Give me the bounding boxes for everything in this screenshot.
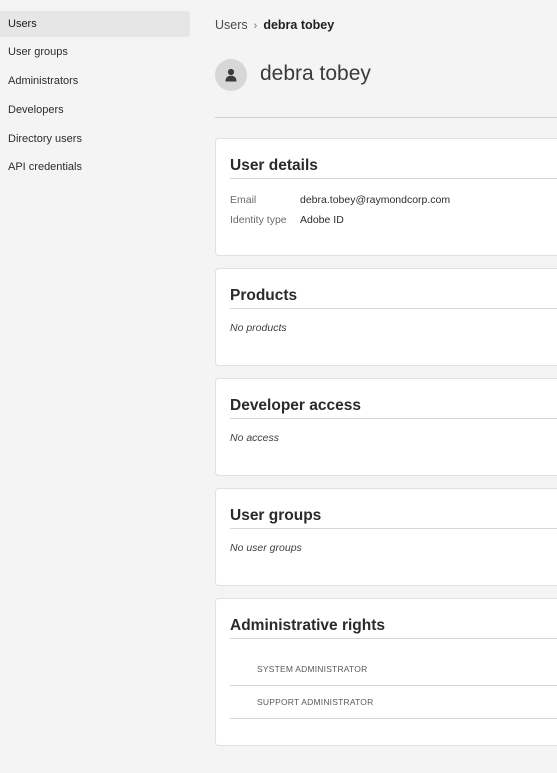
user-groups-empty-text: No user groups [230, 542, 302, 554]
sidebar-item-developers[interactable]: Developers [0, 97, 190, 123]
developer-access-card: Developer access No access [215, 378, 557, 476]
developer-access-title: Developer access [230, 397, 361, 414]
role-row-system-administrator: SYSTEM ADMINISTRATOR [230, 652, 557, 686]
user-groups-title: User groups [230, 507, 322, 524]
breadcrumb-users-link[interactable]: Users [215, 18, 248, 32]
email-value: debra.tobey@raymondcorp.com [300, 194, 451, 206]
divider [230, 178, 557, 179]
email-label: Email [230, 194, 257, 206]
identity-type-value: Adobe ID [300, 214, 344, 226]
identity-type-label: Identity type [230, 214, 287, 226]
user-groups-card: User groups No user groups [215, 488, 557, 586]
person-icon [225, 68, 237, 82]
products-title: Products [230, 287, 298, 304]
products-card: Products No products [215, 268, 557, 366]
developer-access-empty-text: No access [230, 432, 280, 444]
divider [230, 638, 557, 639]
sidebar-item-administrators[interactable]: Administrators [0, 68, 190, 94]
sidebar-item-api-credentials[interactable]: API credentials [0, 154, 190, 180]
main-content: Users › debra tobey debra tobey User detai… [215, 0, 557, 773]
breadcrumb-separator-icon: › [253, 20, 258, 32]
header-divider [215, 117, 557, 118]
role-row-support-administrator: SUPPORT ADMINISTRATOR [230, 685, 557, 719]
divider [230, 308, 557, 309]
administrative-rights-title: Administrative rights [230, 617, 386, 634]
sidebar-item-directory-users[interactable]: Directory users [0, 126, 190, 152]
breadcrumb: Users › debra tobey [215, 18, 334, 32]
administrative-rights-card: Administrative rights SYSTEM ADMINISTRAT… [215, 598, 557, 746]
divider [230, 418, 557, 419]
user-details-title: User details [230, 157, 318, 174]
products-empty-text: No products [230, 322, 287, 334]
divider [230, 528, 557, 529]
sidebar-item-user-groups[interactable]: User groups [0, 39, 190, 65]
user-details-card: User details Email debra.tobey@raymondco… [215, 138, 557, 256]
page-title: debra tobey [260, 62, 371, 85]
breadcrumb-current: debra tobey [263, 18, 335, 32]
sidebar-item-users[interactable]: Users [0, 11, 190, 37]
sidebar: Users User groups Administrators Develop… [0, 0, 200, 773]
role-label: SUPPORT ADMINISTRATOR [257, 697, 374, 707]
role-label: SYSTEM ADMINISTRATOR [257, 664, 368, 674]
avatar [215, 59, 247, 91]
